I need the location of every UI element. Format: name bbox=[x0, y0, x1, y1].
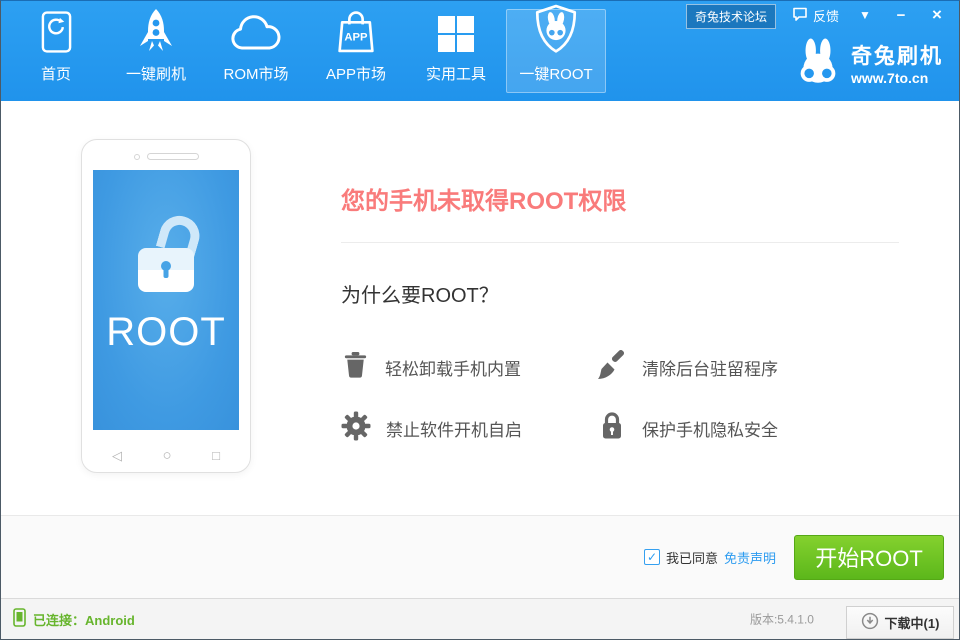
gear-icon bbox=[341, 411, 371, 446]
tab-label: APP市场 bbox=[326, 63, 386, 84]
phone-speaker bbox=[82, 153, 250, 160]
svg-text:APP: APP bbox=[344, 32, 368, 44]
root-info-panel: 您的手机未取得ROOT权限 为什么要ROOT？ 轻松卸载手机内置 bbox=[341, 101, 899, 446]
why-root-heading: 为什么要ROOT？ bbox=[341, 279, 899, 308]
version-label: 版本:5.4.1.0 bbox=[750, 611, 814, 628]
forum-badge[interactable]: 奇兔技术论坛 bbox=[686, 4, 776, 29]
tools-grid-icon bbox=[436, 10, 476, 54]
home-icon: ○ bbox=[163, 448, 172, 463]
download-icon bbox=[861, 612, 879, 633]
divider bbox=[341, 242, 899, 243]
nav-tabs: 首页 一键刷机 bbox=[6, 1, 606, 101]
brand-logo: 奇兔刷机 www.7to.cn bbox=[794, 37, 943, 94]
home-refresh-icon bbox=[40, 10, 73, 54]
rabbit-logo-icon bbox=[794, 37, 842, 94]
connection-label: 已连接：Android bbox=[33, 610, 135, 629]
feature-item: 禁止软件开机自启 bbox=[341, 411, 597, 446]
tab-app-market[interactable]: APP APP市场 bbox=[306, 9, 406, 93]
app-window: 首页 一键刷机 bbox=[0, 0, 960, 640]
connection-status: 已连接：Android bbox=[13, 608, 135, 630]
chat-bubble-icon bbox=[792, 6, 808, 25]
feature-label: 轻松卸载手机内置 bbox=[385, 355, 521, 380]
status-bar: 已连接：Android 版本:5.4.1.0 下载中(1) bbox=[1, 598, 959, 639]
start-root-button[interactable]: 开始ROOT bbox=[794, 535, 944, 580]
back-icon: ◁ bbox=[112, 449, 122, 462]
tab-label: 一键刷机 bbox=[126, 63, 186, 84]
root-shield-icon bbox=[533, 6, 579, 54]
action-bar: ✓ 我已同意免责声明 开始ROOT bbox=[1, 515, 959, 598]
tab-label: ROM市场 bbox=[224, 63, 289, 84]
window-controls: 奇兔技术论坛 反馈 ▼ − × bbox=[686, 1, 959, 29]
tab-home[interactable]: 首页 bbox=[6, 9, 106, 93]
lock-icon bbox=[597, 411, 627, 446]
app-bag-icon: APP bbox=[334, 9, 378, 54]
feedback-label: 反馈 bbox=[813, 6, 839, 25]
clean-brush-icon bbox=[597, 350, 627, 385]
feature-list: 轻松卸载手机内置 清除后台驻留程序 bbox=[341, 350, 899, 446]
feature-item: 轻松卸载手机内置 bbox=[341, 350, 597, 385]
feature-label: 禁止软件开机自启 bbox=[386, 416, 522, 441]
header: 首页 一键刷机 bbox=[1, 1, 959, 101]
recent-icon: □ bbox=[212, 449, 220, 462]
feedback-button[interactable]: 反馈 bbox=[792, 6, 839, 25]
agree-label: 我已同意 bbox=[666, 548, 718, 567]
main-content: ROOT ◁ ○ □ 您的手机未取得ROOT权限 为什么要ROOT？ bbox=[1, 101, 959, 515]
download-label: 下载中(1) bbox=[885, 613, 940, 632]
connected-phone-icon bbox=[13, 608, 26, 630]
tab-rom-market[interactable]: ROM市场 bbox=[206, 9, 306, 93]
phone-illustration: ROOT ◁ ○ □ bbox=[81, 139, 251, 473]
disclaimer-link[interactable]: 免责声明 bbox=[724, 548, 776, 567]
feature-label: 保护手机隐私安全 bbox=[642, 416, 778, 441]
tab-label: 一键ROOT bbox=[519, 63, 592, 84]
phone-screen-label: ROOT bbox=[93, 310, 239, 355]
checkbox-check-icon: ✓ bbox=[647, 551, 657, 563]
feature-label: 清除后台驻留程序 bbox=[642, 355, 778, 380]
tab-label: 实用工具 bbox=[426, 63, 486, 84]
rocket-icon bbox=[138, 8, 174, 54]
uninstall-icon bbox=[341, 350, 370, 385]
tab-flash[interactable]: 一键刷机 bbox=[106, 9, 206, 93]
brand-url: www.7to.cn bbox=[851, 70, 943, 86]
agree-checkbox[interactable]: ✓ bbox=[644, 549, 660, 565]
cloud-icon bbox=[229, 10, 283, 54]
minimize-button[interactable]: − bbox=[891, 7, 911, 24]
unlock-icon bbox=[138, 248, 194, 292]
close-button[interactable]: × bbox=[927, 5, 947, 25]
feature-item: 保护手机隐私安全 bbox=[597, 411, 899, 446]
agree-row: ✓ 我已同意免责声明 bbox=[644, 548, 776, 567]
phone-screen: ROOT bbox=[93, 170, 239, 430]
download-button[interactable]: 下载中(1) bbox=[846, 606, 954, 639]
tab-one-key-root[interactable]: 一键ROOT bbox=[506, 9, 606, 93]
dropdown-arrow-icon[interactable]: ▼ bbox=[855, 8, 875, 22]
brand-name: 奇兔刷机 bbox=[851, 45, 943, 69]
tab-tools[interactable]: 实用工具 bbox=[406, 9, 506, 93]
phone-nav-buttons: ◁ ○ □ bbox=[82, 448, 250, 463]
feature-item: 清除后台驻留程序 bbox=[597, 350, 899, 385]
tab-label: 首页 bbox=[41, 63, 71, 84]
page-title: 您的手机未取得ROOT权限 bbox=[341, 181, 899, 216]
